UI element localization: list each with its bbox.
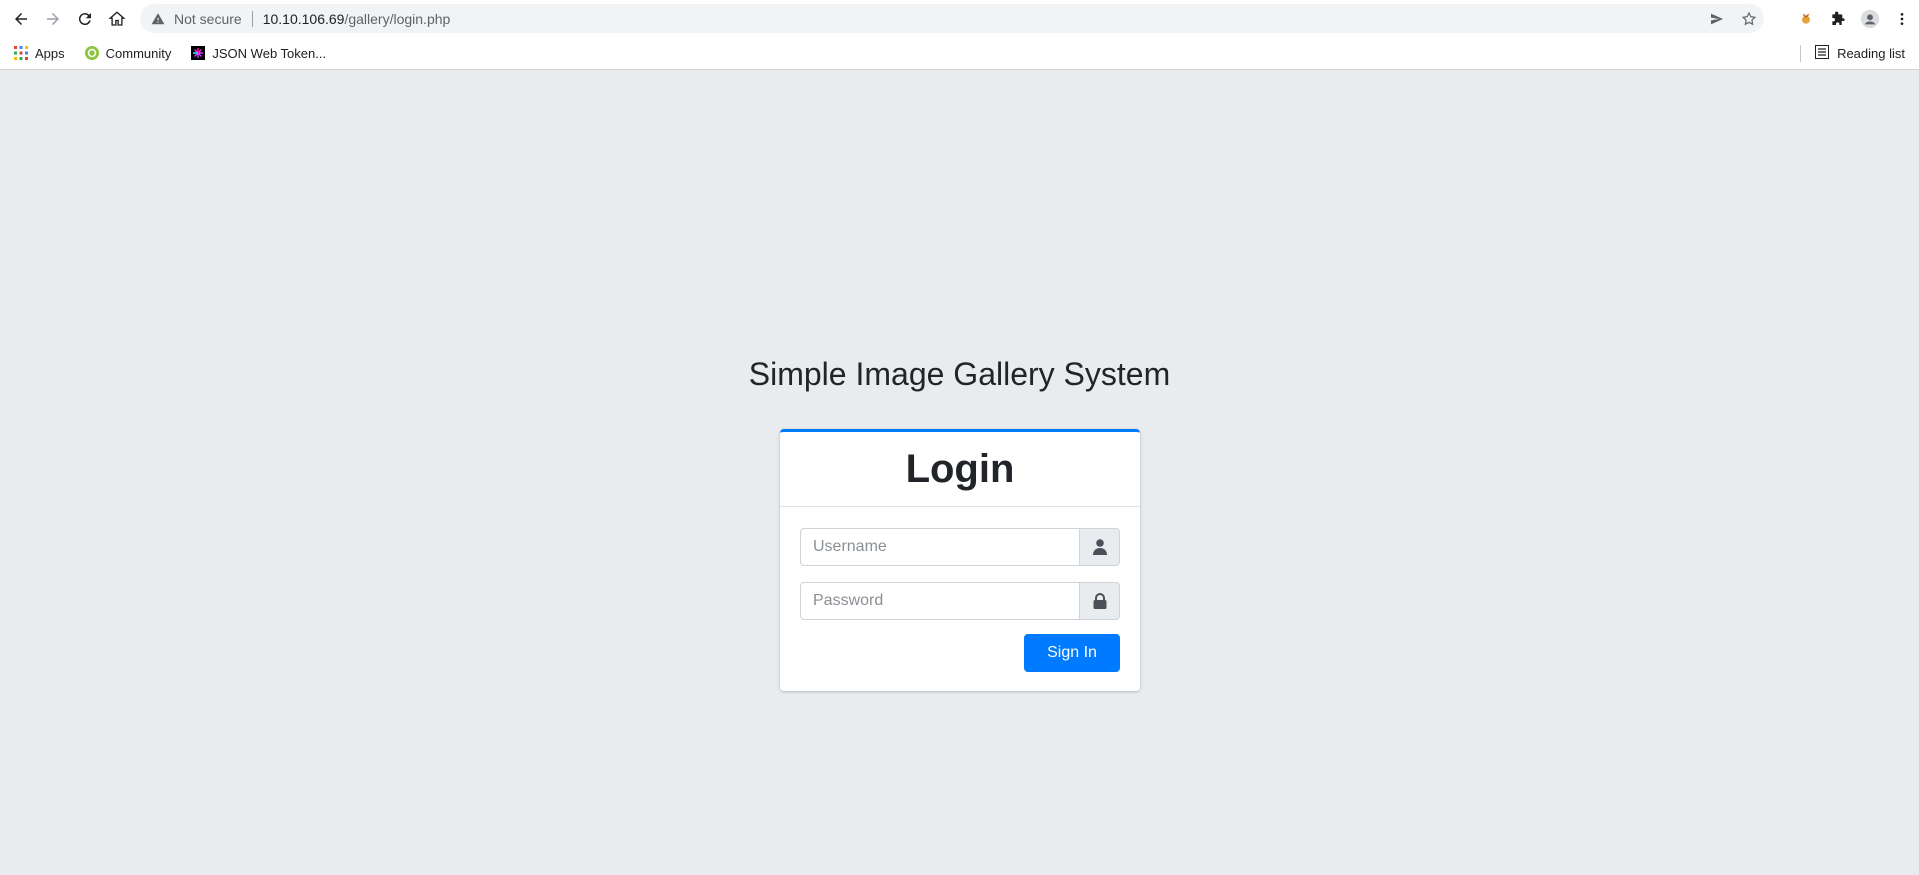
forward-arrow-icon bbox=[47, 13, 59, 25]
bookmarks-bar: Apps Community JSON Web Token... Reading… bbox=[0, 37, 1919, 70]
bookmark-label: Apps bbox=[35, 45, 65, 61]
url-host: 10.10.106.69 bbox=[262, 10, 345, 27]
reload-button[interactable] bbox=[69, 3, 101, 35]
security-label[interactable]: Not secure bbox=[174, 11, 242, 27]
extension-icon[interactable] bbox=[1795, 8, 1817, 30]
jwt-icon bbox=[191, 46, 206, 60]
reload-icon bbox=[78, 13, 91, 26]
reading-list-icon bbox=[1815, 45, 1830, 62]
page-title: Simple Image Gallery System bbox=[748, 356, 1171, 392]
password-input[interactable] bbox=[800, 582, 1080, 620]
sign-in-button[interactable]: Sign In bbox=[1024, 634, 1120, 672]
login-heading: Login bbox=[905, 446, 1015, 491]
username-input[interactable] bbox=[800, 528, 1080, 566]
bookmark-label: JSON Web Token... bbox=[212, 45, 327, 61]
profile-avatar-icon[interactable] bbox=[1859, 8, 1881, 30]
url-path: /gallery/login.php bbox=[344, 10, 451, 27]
bookmark-label: Community bbox=[105, 45, 172, 61]
warning-icon bbox=[150, 11, 166, 27]
home-button[interactable] bbox=[101, 3, 133, 35]
forward-button[interactable] bbox=[37, 3, 69, 35]
bookmark-community[interactable]: Community bbox=[82, 41, 175, 65]
home-icon bbox=[108, 11, 126, 26]
extensions-area bbox=[1795, 3, 1919, 35]
more-menu-icon[interactable] bbox=[1891, 8, 1913, 30]
url-text[interactable]: 10.10.106.69/gallery/login.php bbox=[263, 11, 451, 27]
puzzle-icon[interactable] bbox=[1827, 8, 1849, 30]
login-card: Login Sign In bbox=[780, 429, 1140, 691]
send-tab-icon[interactable] bbox=[1708, 10, 1726, 28]
back-arrow-icon bbox=[15, 13, 27, 25]
apps-grid-icon bbox=[14, 46, 28, 60]
address-divider bbox=[251, 10, 253, 27]
reading-list-button[interactable]: Reading list bbox=[1815, 37, 1905, 70]
password-group bbox=[800, 582, 1120, 620]
user-icon bbox=[1080, 528, 1120, 566]
bookmark-star-icon[interactable] bbox=[1740, 10, 1758, 28]
lock-icon bbox=[1080, 582, 1120, 620]
reading-list-label: Reading list bbox=[1837, 46, 1905, 61]
community-icon bbox=[84, 46, 99, 60]
browser-toolbar: Not secure 10.10.106.69/gallery/login.ph… bbox=[0, 0, 1919, 37]
address-bar[interactable]: Not secure 10.10.106.69/gallery/login.ph… bbox=[140, 4, 1764, 33]
bookmark-apps[interactable]: Apps bbox=[11, 41, 68, 65]
username-group bbox=[800, 528, 1120, 566]
login-card-header: Login bbox=[780, 432, 1140, 507]
bookmarks-divider bbox=[1800, 45, 1801, 62]
bookmark-jwt[interactable]: JSON Web Token... bbox=[188, 41, 329, 65]
back-button[interactable] bbox=[5, 3, 37, 35]
